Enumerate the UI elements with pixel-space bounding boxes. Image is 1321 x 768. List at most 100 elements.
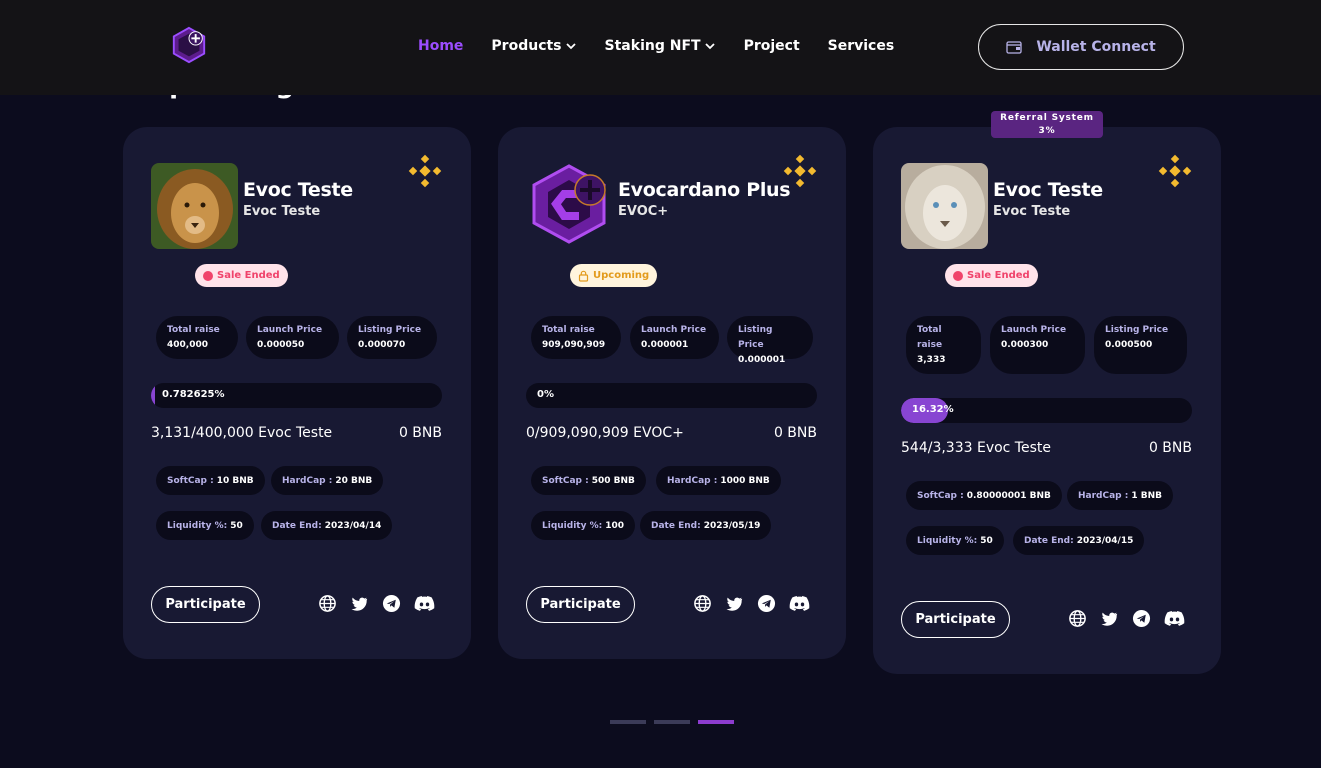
status-dot bbox=[203, 270, 213, 281]
token-image bbox=[151, 163, 238, 249]
liquidity-pill: Liquidity %: 50 bbox=[906, 526, 1004, 555]
stat-label: Launch Price bbox=[641, 325, 707, 335]
sale-progress-bar: 16.32% bbox=[901, 398, 1192, 423]
chevron-down-icon bbox=[565, 43, 576, 50]
participate-button[interactable]: Participate bbox=[901, 601, 1010, 638]
stat-launch-price: Launch Price 0.000300 bbox=[990, 316, 1085, 374]
status-badge: Upcoming bbox=[570, 264, 658, 287]
progress-label: 16.32% bbox=[912, 404, 954, 415]
stat-label: Launch Price bbox=[1001, 325, 1067, 335]
nav-products[interactable]: Products bbox=[491, 38, 576, 54]
status-dot bbox=[953, 270, 963, 281]
stat-label: Listing Price bbox=[738, 325, 773, 350]
globe-icon[interactable] bbox=[318, 594, 337, 613]
stat-total-raise: Total raise 400,000 bbox=[156, 316, 238, 359]
pill-label: HardCap : bbox=[282, 475, 333, 486]
participate-button[interactable]: Participate bbox=[151, 586, 260, 623]
progress-fill bbox=[151, 383, 156, 408]
social-links bbox=[693, 594, 810, 613]
liquidity-pill: Liquidity %: 100 bbox=[531, 511, 635, 540]
globe-icon[interactable] bbox=[693, 594, 712, 613]
status-badge: Sale Ended bbox=[945, 264, 1038, 287]
carousel-dot-2[interactable] bbox=[654, 720, 690, 724]
lock-icon bbox=[578, 270, 589, 282]
pill-label: SoftCap : bbox=[917, 490, 964, 501]
token-name: Evoc Teste bbox=[243, 179, 353, 201]
carousel-dot-3[interactable] bbox=[698, 720, 734, 724]
telegram-icon[interactable] bbox=[757, 594, 776, 613]
site-logo[interactable] bbox=[170, 26, 208, 64]
hardcap-pill: HardCap :1 BNB bbox=[1067, 481, 1173, 510]
raised-amount: 544/3,333 Evoc Teste bbox=[901, 440, 1051, 456]
top-header: Home Products Staking NFT Project Servic… bbox=[0, 0, 1321, 95]
carousel-dot-1[interactable] bbox=[610, 720, 646, 724]
raised-bnb: 0 BNB bbox=[773, 425, 817, 441]
nav-services[interactable]: Services bbox=[828, 38, 895, 54]
pill-label: SoftCap : bbox=[542, 475, 589, 486]
raised-bnb: 0 BNB bbox=[1148, 440, 1192, 456]
referral-value: 3% bbox=[1038, 126, 1056, 136]
twitter-icon[interactable] bbox=[1100, 609, 1119, 628]
pill-label: Date End: bbox=[272, 520, 322, 531]
wallet-icon bbox=[1006, 41, 1022, 54]
pill-value: 2023/04/15 bbox=[1076, 535, 1134, 546]
discord-icon[interactable] bbox=[1164, 610, 1185, 627]
discord-icon[interactable] bbox=[789, 595, 810, 612]
nav-home[interactable]: Home bbox=[418, 38, 463, 54]
hardcap-pill: HardCap :1000 BNB bbox=[656, 466, 781, 495]
status-label: Sale Ended bbox=[217, 270, 280, 281]
telegram-icon[interactable] bbox=[382, 594, 401, 613]
referral-label: Referral System bbox=[1000, 113, 1094, 123]
stat-launch-price: Launch Price 0.000050 bbox=[246, 316, 339, 359]
status-badge: Sale Ended bbox=[195, 264, 288, 287]
stat-value: 0.000500 bbox=[1105, 340, 1153, 350]
chevron-down-icon bbox=[704, 43, 715, 50]
stat-value: 0.000070 bbox=[358, 340, 406, 350]
date-end-pill: Date End: 2023/05/19 bbox=[640, 511, 772, 540]
globe-icon[interactable] bbox=[1068, 609, 1087, 628]
pill-value: 50 bbox=[980, 535, 993, 546]
liquidity-pill: Liquidity %: 50 bbox=[156, 511, 254, 540]
participate-button[interactable]: Participate bbox=[526, 586, 635, 623]
stat-label: Total raise bbox=[167, 325, 220, 335]
discord-icon[interactable] bbox=[414, 595, 435, 612]
progress-label: 0% bbox=[537, 389, 554, 400]
raised-bnb: 0 BNB bbox=[398, 425, 442, 441]
token-image bbox=[524, 160, 614, 250]
token-name: Evoc Teste bbox=[993, 179, 1103, 201]
sale-progress-bar: 0.782625% bbox=[151, 383, 442, 408]
stat-total-raise: Total raise 909,090,909 bbox=[531, 316, 621, 359]
carousel-pagination bbox=[610, 720, 734, 724]
referral-badge: Referral System 3% bbox=[991, 111, 1103, 138]
wallet-connect-label: Wallet Connect bbox=[1036, 39, 1156, 55]
binance-icon bbox=[1158, 154, 1192, 188]
date-end-pill: Date End: 2023/04/14 bbox=[261, 511, 393, 540]
stat-label: Listing Price bbox=[1105, 325, 1169, 335]
stat-value: 909,090,909 bbox=[542, 340, 606, 350]
pill-value: 20 BNB bbox=[335, 475, 373, 486]
binance-icon bbox=[408, 154, 442, 188]
telegram-icon[interactable] bbox=[1132, 609, 1151, 628]
presale-card: Evocardano Plus EVOC+ Upcoming Total rai… bbox=[498, 127, 846, 659]
wallet-connect-button[interactable]: Wallet Connect bbox=[978, 24, 1184, 70]
status-label: Sale Ended bbox=[967, 270, 1030, 281]
hardcap-pill: HardCap :20 BNB bbox=[271, 466, 384, 495]
stat-listing-price: Listing Price 0.000500 bbox=[1094, 316, 1187, 374]
token-symbol: Evoc Teste bbox=[243, 204, 321, 219]
pill-value: 2023/04/14 bbox=[324, 520, 382, 531]
twitter-icon[interactable] bbox=[350, 594, 369, 613]
status-label: Upcoming bbox=[593, 270, 650, 281]
stat-listing-price: Listing Price 0.000001 bbox=[727, 316, 813, 365]
nav-project[interactable]: Project bbox=[744, 38, 800, 54]
date-end-pill: Date End: 2023/04/15 bbox=[1013, 526, 1145, 555]
pill-label: HardCap : bbox=[667, 475, 718, 486]
twitter-icon[interactable] bbox=[725, 594, 744, 613]
stat-value: 0.000001 bbox=[641, 340, 689, 350]
stat-total-raise: Total raise 3,333 bbox=[906, 316, 981, 374]
pill-label: Liquidity %: bbox=[542, 520, 603, 531]
token-name: Evocardano Plus bbox=[618, 179, 791, 201]
stat-label: Launch Price bbox=[257, 325, 323, 335]
nav-staking-nft[interactable]: Staking NFT bbox=[605, 38, 716, 54]
stat-value: 3,333 bbox=[917, 355, 946, 365]
stat-value: 400,000 bbox=[167, 340, 208, 350]
